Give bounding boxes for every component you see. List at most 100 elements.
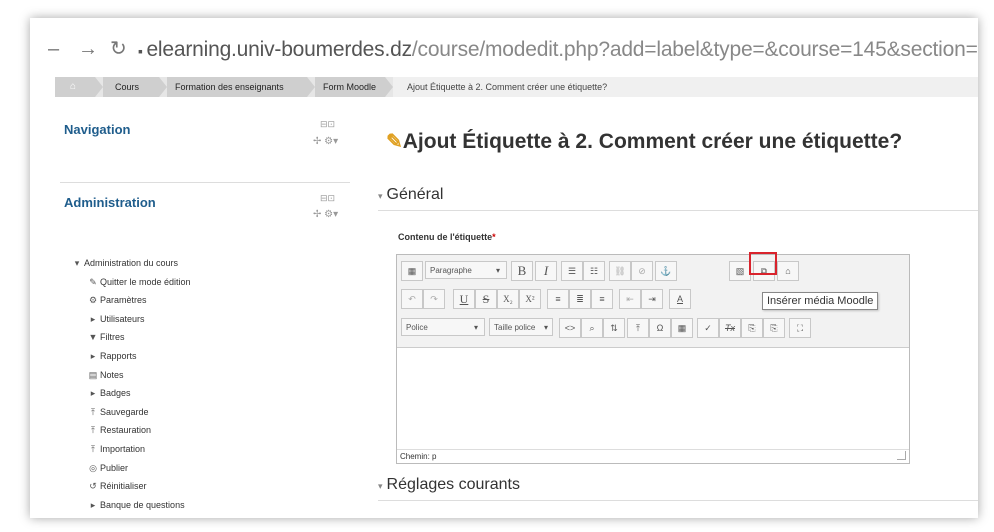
highlight-box (749, 252, 777, 275)
unlink-button[interactable]: ⊘ (631, 261, 653, 281)
upload-icon: ⤒ (91, 425, 95, 436)
sidebar-item-importation[interactable]: ⤒ Importation (70, 440, 191, 459)
sidebar-item-badges[interactable]: ▸ Badges (70, 384, 191, 403)
breadcrumb-item-cours[interactable]: Cours (103, 77, 159, 97)
find-button[interactable]: ⌕ (581, 318, 603, 338)
sidebar-item-restauration[interactable]: ⤒ Restauration (70, 421, 191, 440)
format-select[interactable]: Paragraphe ▾ (425, 261, 507, 279)
editor-statusbar: Chemin: p (397, 449, 909, 463)
image-button[interactable]: ▧ (729, 261, 751, 281)
breadcrumb-separator-icon (159, 77, 167, 97)
breadcrumb: ⌂ Cours Formation des enseignants Form M… (55, 77, 978, 97)
align-center-button[interactable]: ≣ (569, 289, 591, 309)
divider (378, 500, 978, 501)
upload-icon: ⤒ (91, 443, 95, 454)
upload-button[interactable]: ⤒ (627, 318, 649, 338)
caret-right-icon: ▸ (90, 313, 96, 324)
bold-button[interactable]: B (511, 261, 533, 281)
administration-block-title[interactable]: Administration (64, 195, 156, 210)
superscript-button[interactable]: X² (519, 289, 541, 309)
label-icon: ✎ (386, 131, 403, 153)
spellcheck-button[interactable]: ✓ (697, 318, 719, 338)
sidebar-item-reinitialiser[interactable]: ↺ Réinitialiser (70, 477, 191, 496)
align-right-button[interactable]: ≡ (591, 289, 613, 309)
paste-word-button[interactable]: ⎘ (763, 318, 785, 338)
chevron-down-icon: ▾ (495, 266, 500, 275)
breadcrumb-item-formation[interactable]: Formation des enseignants (167, 77, 307, 97)
course-admin-label: Administration du cours (84, 258, 179, 268)
sidebar-item-quitter[interactable]: ✎ Quitter le mode édition (70, 273, 190, 292)
sidebar-item-filtres[interactable]: ▼ Filtres (70, 328, 191, 347)
section-general[interactable]: ▾ Général (378, 186, 443, 204)
share-icon: ◎ (89, 462, 97, 473)
special-char-button[interactable]: Ω (649, 318, 671, 338)
url-field[interactable]: ▪ elearning.univ-boumerdes.dz/course/mod… (138, 39, 978, 60)
url-host: elearning.univ-boumerdes.dz (146, 38, 412, 61)
sidebar-item-parametres[interactable]: ⚙ Paramètres (70, 291, 191, 310)
block-actions-icon[interactable]: ✢ ⚙▾ (313, 209, 338, 220)
table-button[interactable]: ▦ (671, 318, 693, 338)
link-button[interactable]: ⛓ (609, 261, 631, 281)
html-source-button[interactable]: <> (559, 318, 581, 338)
block-dock-icon[interactable]: ⊟⊡ (320, 193, 335, 204)
html-editor: ▦ Paragraphe ▾ B I ☰ ☷ ⛓ ⊘ ⚓ ▧ ⧉ ⌂ ↶ ↷ U … (396, 252, 910, 464)
resize-grip-icon[interactable] (897, 451, 906, 460)
manage-files-button[interactable]: ⌂ (777, 261, 799, 281)
course-admin-tree: ▾ Administration du cours ✎ Quitter le mod… (70, 254, 191, 514)
strikethrough-button[interactable]: S (475, 289, 497, 309)
underline-button[interactable]: U (453, 289, 475, 309)
section-common-settings[interactable]: ▾ Réglages courants (378, 476, 520, 494)
paste-text-button[interactable]: ⎘ (741, 318, 763, 338)
sidebar-item-sauvegarde[interactable]: ⤒ Sauvegarde (70, 403, 191, 422)
outdent-button[interactable]: ⇤ (619, 289, 641, 309)
italic-button[interactable]: I (535, 261, 557, 281)
breadcrumb-item-form-moodle[interactable]: Form Moodle (315, 77, 385, 97)
caret-right-icon: ▸ (90, 499, 96, 510)
align-left-button[interactable]: ≡ (547, 289, 569, 309)
sidebar-item-notes[interactable]: ▤ Notes (70, 366, 191, 385)
subscript-button[interactable]: X₂ (497, 289, 519, 309)
required-mark: * (492, 232, 496, 242)
text-color-button[interactable]: A (669, 289, 691, 309)
breadcrumb-separator-icon (95, 77, 103, 97)
undo-button[interactable]: ↶ (401, 289, 423, 309)
block-dock-icon[interactable]: ⊟⊡ (320, 119, 335, 130)
course-admin-node[interactable]: ▾ Administration du cours (70, 254, 191, 273)
sidebar-item-utilisateurs[interactable]: ▸ Utilisateurs (70, 310, 191, 329)
sidebar-item-banque[interactable]: ▸ Banque de questions (70, 496, 191, 515)
reload-icon[interactable]: ↻ (110, 39, 127, 59)
block-actions-icon[interactable]: ✢ ⚙▾ (313, 136, 338, 147)
url-path: /course/modedit.php?add=label&type=&cour… (411, 38, 978, 61)
navigation-block-title[interactable]: Navigation (64, 122, 130, 137)
bullet-list-button[interactable]: ☰ (561, 261, 583, 281)
gear-icon: ⚙ (88, 295, 98, 306)
font-select[interactable]: Police ▾ (401, 318, 485, 336)
font-size-select[interactable]: Taille police ▾ (489, 318, 553, 336)
sidebar-item-rapports[interactable]: ▸ Rapports (70, 347, 191, 366)
anchor-button[interactable]: ⚓ (655, 261, 677, 281)
breadcrumb-home[interactable]: ⌂ (55, 77, 95, 97)
divider (60, 182, 350, 183)
reset-icon: ↺ (89, 481, 97, 492)
editor-content-area[interactable] (397, 348, 909, 448)
caret-down-icon: ▾ (74, 258, 80, 268)
toggle-toolbar-button[interactable]: ▦ (401, 261, 423, 281)
back-arrow-icon[interactable]: – (48, 39, 59, 59)
redo-button[interactable]: ↷ (423, 289, 445, 309)
caret-right-icon: ▸ (90, 388, 96, 399)
breadcrumb-separator-icon (307, 77, 315, 97)
fullscreen-button[interactable]: ⛶ (789, 318, 811, 338)
sidebar-item-publier[interactable]: ◎ Publier (70, 459, 191, 478)
divider (378, 210, 978, 211)
filter-icon: ▼ (88, 332, 98, 343)
forward-arrow-icon[interactable]: → (78, 39, 98, 59)
tooltip: Insérer média Moodle (762, 292, 879, 310)
numbered-list-button[interactable]: ☷ (583, 261, 605, 281)
clear-format-button[interactable]: Tx (719, 318, 741, 338)
indent-button[interactable]: ⇥ (641, 289, 663, 309)
home-icon: ⌂ (70, 81, 77, 92)
direction-button[interactable]: ⇅ (603, 318, 625, 338)
page-title: ✎Ajout Étiquette à 2. Comment créer une … (386, 130, 903, 153)
caret-right-icon: ▸ (90, 350, 96, 361)
breadcrumb-item-current: Ajout Étiquette à 2. Comment créer une é… (393, 77, 978, 97)
